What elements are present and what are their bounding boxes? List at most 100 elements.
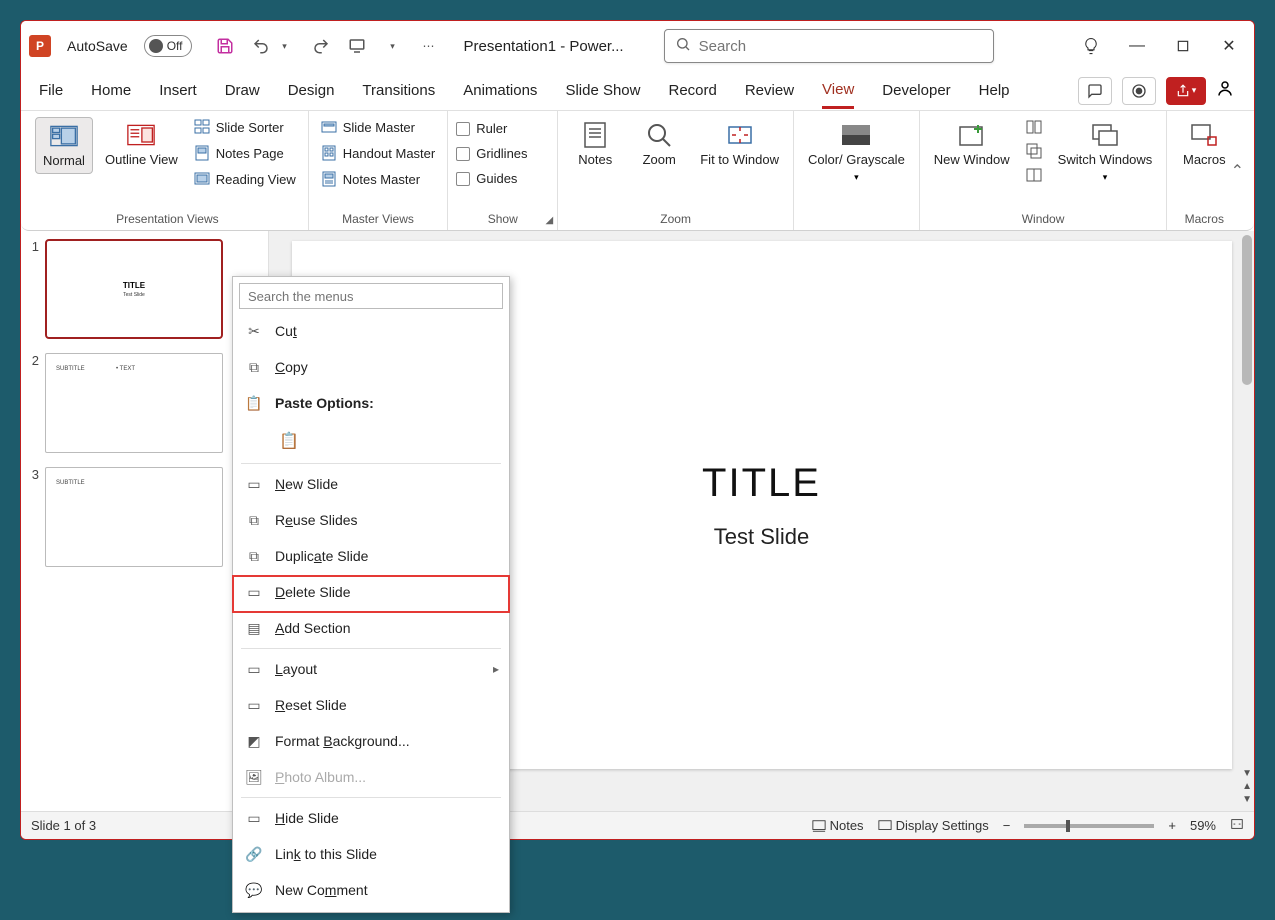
arrange-all-button[interactable]: [1022, 117, 1046, 137]
next-slide-down-icon[interactable]: ▼: [1242, 794, 1252, 805]
tab-file[interactable]: File: [39, 74, 63, 107]
outline-view-button[interactable]: Outline View: [99, 117, 184, 172]
document-title[interactable]: Presentation1 - Power...: [464, 38, 624, 55]
zoom-out-icon[interactable]: −: [1003, 818, 1011, 833]
maximize-icon[interactable]: [1174, 37, 1192, 55]
format-background-icon: ◩: [245, 733, 263, 750]
tab-transitions[interactable]: Transitions: [362, 74, 435, 107]
share-button[interactable]: ▾: [1166, 77, 1206, 105]
menu-layout[interactable]: ▭Layout▸: [233, 651, 509, 687]
display-settings[interactable]: Display Settings: [878, 818, 989, 833]
ribbon: Normal Outline View Slide Sorter Notes P…: [21, 111, 1254, 231]
menu-search-input[interactable]: [239, 283, 503, 309]
notes-toggle[interactable]: Notes: [812, 818, 864, 833]
menu-format-background[interactable]: ◩Format Background...: [233, 723, 509, 759]
outline-label: Outline View: [105, 153, 178, 168]
slide-master-button[interactable]: Slide Master: [317, 117, 440, 137]
fit-slide-icon[interactable]: [1230, 817, 1244, 834]
search-input[interactable]: [699, 38, 983, 55]
zoom-button[interactable]: Zoom: [630, 117, 688, 172]
slide-thumbnail-3[interactable]: SUBTITLE: [45, 467, 223, 567]
record-button[interactable]: [1122, 77, 1156, 105]
normal-view-button[interactable]: Normal: [35, 117, 93, 174]
menu-hide-slide[interactable]: ▭Hide Slide: [233, 800, 509, 836]
comments-button[interactable]: [1078, 77, 1112, 105]
chevron-right-icon: ▸: [493, 662, 499, 676]
collapse-ribbon-icon[interactable]: ⌃: [1231, 161, 1244, 181]
notes-page-button[interactable]: Notes Page: [190, 143, 300, 163]
zoom-in-icon[interactable]: +: [1168, 818, 1176, 833]
close-icon[interactable]: ✕: [1220, 37, 1238, 55]
cascade-button[interactable]: [1022, 141, 1046, 161]
lightbulb-icon[interactable]: [1082, 37, 1100, 55]
slide-subtitle-text[interactable]: Test Slide: [714, 524, 809, 550]
switch-windows-button[interactable]: Switch Windows▾: [1052, 117, 1159, 187]
group-zoom: Notes Zoom Fit to Window Zoom: [558, 111, 794, 230]
vertical-scrollbar[interactable]: ▼ ▲ ▼: [1238, 231, 1254, 811]
color-grayscale-button[interactable]: Color/ Grayscale▾: [802, 117, 911, 187]
tab-record[interactable]: Record: [668, 74, 716, 107]
next-slide-up-icon[interactable]: ▲: [1242, 781, 1252, 792]
macros-button[interactable]: Macros: [1175, 117, 1233, 172]
tab-insert[interactable]: Insert: [159, 74, 197, 107]
tab-design[interactable]: Design: [288, 74, 335, 107]
menu-reset-slide[interactable]: ▭Reset Slide: [233, 687, 509, 723]
handout-master-button[interactable]: Handout Master: [317, 143, 440, 163]
menu-add-section[interactable]: ▤Add Section: [233, 610, 509, 646]
menu-reuse-slides[interactable]: ⧉Reuse Slides: [233, 502, 509, 538]
tab-help[interactable]: Help: [979, 74, 1010, 107]
tab-developer[interactable]: Developer: [882, 74, 950, 107]
new-window-button[interactable]: New Window: [928, 117, 1016, 172]
paste-keep-formatting-icon[interactable]: 📋: [275, 427, 303, 455]
notes-button[interactable]: Notes: [566, 117, 624, 172]
tab-view[interactable]: View: [822, 73, 854, 109]
zoom-level[interactable]: 59%: [1190, 818, 1216, 833]
move-split-button[interactable]: [1022, 165, 1046, 185]
gridlines-checkbox[interactable]: Gridlines: [456, 146, 527, 161]
guides-checkbox[interactable]: Guides: [456, 171, 527, 186]
group-caption: Show: [456, 210, 549, 228]
menu-delete-slide[interactable]: ▭Delete Slide: [233, 574, 509, 610]
qat-dropdown-icon[interactable]: ▾: [384, 37, 402, 55]
slide-sorter-button[interactable]: Slide Sorter: [190, 117, 300, 137]
show-dialog-launcher-icon[interactable]: ◢: [546, 215, 554, 226]
minimize-icon[interactable]: ―: [1128, 37, 1146, 55]
slide-thumbnail-1[interactable]: TITLE Test Slide: [45, 239, 223, 339]
search-box[interactable]: [664, 29, 994, 63]
qat-customize-icon[interactable]: ⋯: [420, 37, 438, 55]
fit-to-window-button[interactable]: Fit to Window: [694, 117, 785, 172]
zoom-slider[interactable]: [1024, 824, 1154, 828]
tab-draw[interactable]: Draw: [225, 74, 260, 107]
slide-indicator[interactable]: Slide 1 of 3: [31, 818, 96, 833]
save-icon[interactable]: [216, 37, 234, 55]
group-caption: Presentation Views: [35, 210, 300, 228]
duplicate-slide-icon: ⧉: [245, 548, 263, 565]
menu-link-to-slide[interactable]: 🔗Link to this Slide: [233, 836, 509, 872]
account-icon[interactable]: [1216, 79, 1236, 102]
group-caption: Zoom: [566, 210, 785, 228]
menu-new-slide[interactable]: ▭New Slide: [233, 466, 509, 502]
autosave-toggle[interactable]: Off: [144, 35, 192, 57]
scrollbar-thumb[interactable]: [1242, 235, 1252, 385]
menu-copy[interactable]: ⧉Copy: [233, 349, 509, 385]
notes-master-button[interactable]: Notes Master: [317, 169, 440, 189]
tab-animations[interactable]: Animations: [463, 74, 537, 107]
tab-review[interactable]: Review: [745, 74, 794, 107]
redo-icon[interactable]: [312, 37, 330, 55]
slide-thumbnail-2[interactable]: SUBTITLE • TEXT: [45, 353, 223, 453]
ruler-checkbox[interactable]: Ruler: [456, 121, 527, 136]
slide-title-text[interactable]: TITLE: [702, 461, 821, 506]
menu-search[interactable]: [239, 283, 503, 309]
photo-album-icon: 🖼: [245, 769, 263, 786]
menu-duplicate-slide[interactable]: ⧉Duplicate Slide: [233, 538, 509, 574]
workspace: 1 TITLE Test Slide 2 SUBTITLE • TEXT 3 S…: [21, 231, 1254, 811]
tab-slide-show[interactable]: Slide Show: [565, 74, 640, 107]
prev-slide-icon[interactable]: ▼: [1242, 768, 1252, 779]
menu-cut[interactable]: ✂Cut: [233, 313, 509, 349]
menu-new-comment[interactable]: 💬New Comment: [233, 872, 509, 908]
start-from-beginning-icon[interactable]: [348, 37, 366, 55]
reading-view-button[interactable]: Reading View: [190, 169, 300, 189]
undo-icon[interactable]: [252, 37, 270, 55]
undo-dropdown-icon[interactable]: ▾: [276, 37, 294, 55]
tab-home[interactable]: Home: [91, 74, 131, 107]
